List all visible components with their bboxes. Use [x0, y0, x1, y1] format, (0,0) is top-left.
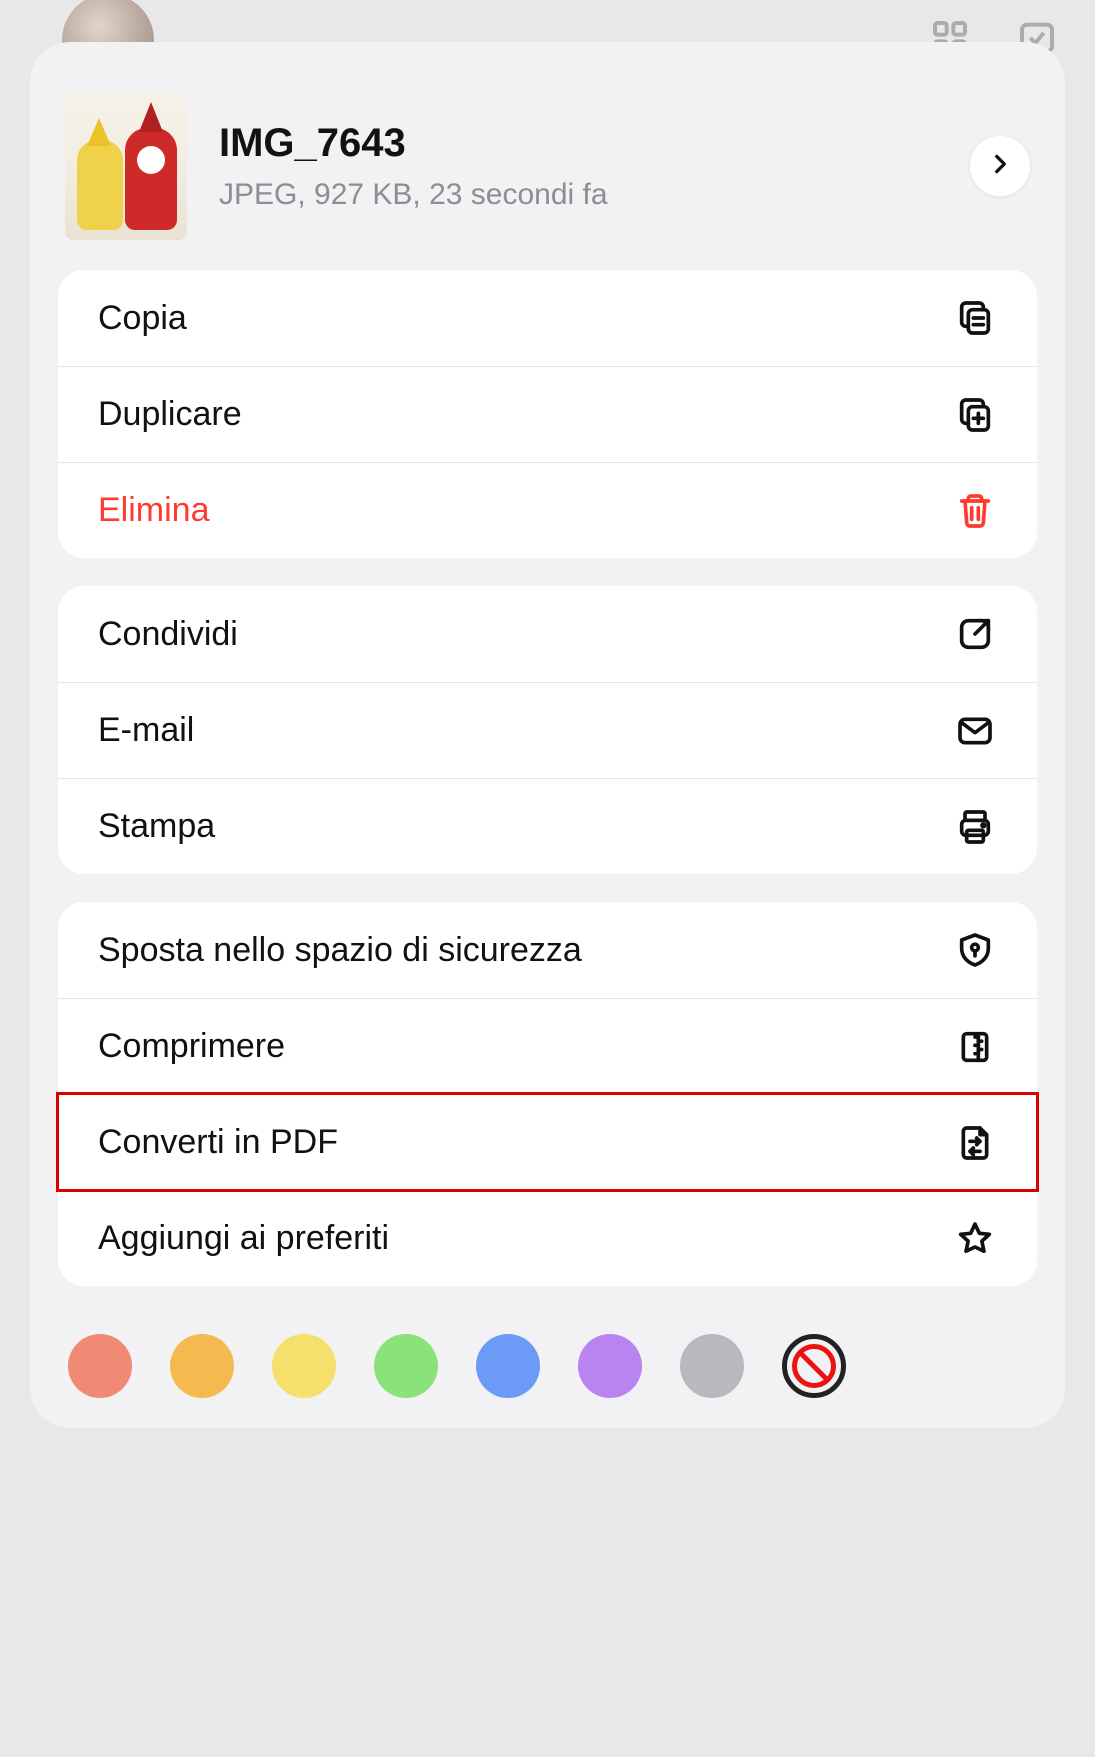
action-favorite[interactable]: Aggiungi ai preferiti [58, 1190, 1037, 1286]
file-subtitle: JPEG, 927 KB, 23 secondi fa [219, 178, 970, 212]
file-title: IMG_7643 [219, 121, 970, 166]
color-tag-swatch[interactable] [578, 1334, 642, 1398]
menu-item-label: Elimina [98, 491, 209, 530]
color-tag-swatch[interactable] [476, 1334, 540, 1398]
action-move-to-safe[interactable]: Sposta nello spazio di sicurezza [58, 902, 1037, 998]
print-icon [953, 805, 997, 849]
duplicate-icon [953, 393, 997, 437]
star-icon [953, 1217, 997, 1261]
trash-icon [953, 489, 997, 533]
menu-item-label: Sposta nello spazio di sicurezza [98, 931, 582, 970]
file-header[interactable]: IMG_7643 JPEG, 927 KB, 23 secondi fa [30, 72, 1065, 270]
menu-item-label: E-mail [98, 711, 194, 750]
action-copy[interactable]: Copia [58, 270, 1037, 366]
color-tag-swatch[interactable] [374, 1334, 438, 1398]
menu-item-label: Stampa [98, 807, 215, 846]
copy-icon [953, 296, 997, 340]
menu-item-label: Condividi [98, 615, 238, 654]
color-tag-none[interactable] [782, 1334, 846, 1398]
share-icon [953, 612, 997, 656]
color-tag-swatch[interactable] [272, 1334, 336, 1398]
action-share[interactable]: Condividi [58, 586, 1037, 682]
menu-group: Condividi E-mail Stampa [58, 586, 1037, 874]
color-tag-row [30, 1314, 1065, 1398]
color-tag-swatch[interactable] [170, 1334, 234, 1398]
menu-item-label: Duplicare [98, 395, 242, 434]
color-tag-swatch[interactable] [680, 1334, 744, 1398]
action-compress[interactable]: Comprimere [58, 998, 1037, 1094]
action-delete[interactable]: Elimina [58, 462, 1037, 558]
menu-item-label: Converti in PDF [98, 1123, 338, 1162]
context-menu-sheet: IMG_7643 JPEG, 927 KB, 23 secondi fa Cop… [30, 42, 1065, 1428]
menu-item-label: Copia [98, 299, 187, 338]
menu-item-label: Aggiungi ai preferiti [98, 1219, 389, 1258]
shield-icon [953, 928, 997, 972]
action-convert-pdf[interactable]: Converti in PDF [58, 1094, 1037, 1190]
mail-icon [953, 709, 997, 753]
color-tag-swatch[interactable] [68, 1334, 132, 1398]
file-details-button[interactable] [970, 136, 1030, 196]
convert-icon [953, 1121, 997, 1165]
action-print[interactable]: Stampa [58, 778, 1037, 874]
menu-group: Sposta nello spazio di sicurezza Comprime… [58, 902, 1037, 1286]
menu-item-label: Comprimere [98, 1027, 285, 1066]
action-email[interactable]: E-mail [58, 682, 1037, 778]
zip-icon [953, 1025, 997, 1069]
chevron-right-icon [987, 151, 1013, 182]
action-duplicate[interactable]: Duplicare [58, 366, 1037, 462]
menu-group: Copia Duplicare Elimina [58, 270, 1037, 558]
file-thumbnail [65, 92, 187, 240]
